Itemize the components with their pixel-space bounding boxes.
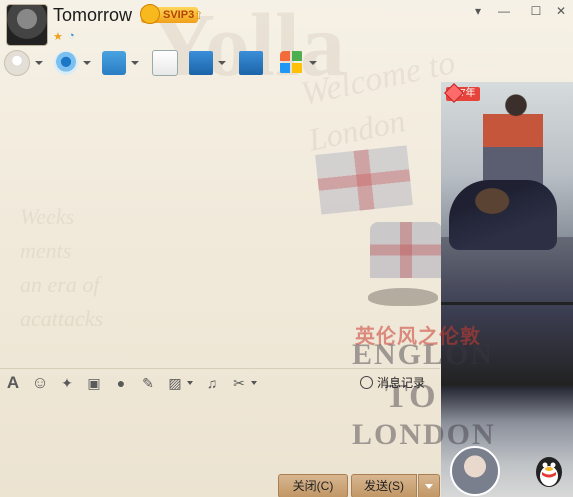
close-button[interactable]: 关闭(C) [278,474,348,497]
chat-window: Welcome to London Yolla Weeks ments an era… [0,0,573,497]
chevron-down-icon[interactable] [83,61,91,65]
self-avatar[interactable] [450,446,500,496]
chevron-down-icon[interactable] [187,381,193,385]
chevron-down-icon[interactable] [251,381,257,385]
share-screen-button[interactable] [239,50,263,76]
close-icon[interactable]: ✕ [553,4,569,18]
message-history-label: 消息记录 [377,376,426,390]
video-call-button[interactable] [54,50,91,76]
qq-penguin-icon [536,457,562,487]
voice-call-button[interactable] [4,50,43,76]
maximize-icon[interactable]: ☐ [528,4,544,18]
image-icon[interactable]: ▨ [166,374,184,392]
vip-crown-icon [140,4,160,24]
film-icon[interactable]: ▣ [85,374,103,392]
divider [0,368,440,369]
contact-avatar[interactable] [6,4,48,46]
camera-icon [54,51,78,75]
chevron-down-icon [425,484,433,489]
music-icon[interactable]: ♫ [203,374,221,392]
decoration-word: ENGLON [352,338,495,371]
remote-desktop-icon [189,51,213,75]
chevron-down-icon[interactable] [309,61,317,65]
folder-send-icon [102,51,126,75]
edit-icon[interactable]: ✎ [139,374,157,392]
remote-desktop-button[interactable] [189,50,226,76]
minimize-icon[interactable]: — [496,4,512,18]
contact-nickname[interactable]: Tomorrow [53,5,132,26]
apps-button[interactable] [280,50,317,76]
star-icon[interactable]: ★ [53,30,63,43]
vip-up-icon: ⇧ [194,10,204,22]
microphone-icon[interactable]: ● [112,374,130,392]
chat-add-icon [152,50,178,76]
apps-grid-icon [280,51,304,75]
chevron-down-icon[interactable] [35,61,43,65]
send-button[interactable]: 发送(S) [351,474,417,497]
message-input[interactable] [0,396,440,470]
send-file-button[interactable] [102,50,139,76]
send-options-button[interactable] [418,474,440,497]
menu-caret-icon[interactable]: ▾ [470,4,486,18]
magic-wand-icon[interactable]: ✦ [58,374,76,392]
message-history-button[interactable]: 消息记录 [360,374,425,391]
chevron-down-icon[interactable] [218,61,226,65]
microphone-icon [4,50,30,76]
font-icon[interactable]: A [4,374,22,392]
format-toolbar: A ☺ ✦ ▣ ● ✎ ▨ ♫ ✂ [4,372,267,394]
photo-figure [449,180,557,250]
scissors-icon[interactable]: ✂ [230,374,248,392]
chevron-down-icon[interactable] [131,61,139,65]
screen-share-icon [239,51,263,75]
clock-icon [360,376,373,389]
status-icon[interactable]: ◔ [68,30,75,42]
emoji-icon[interactable]: ☺ [31,374,49,392]
photo-divider [441,302,573,305]
create-discussion-button[interactable] [152,50,178,76]
